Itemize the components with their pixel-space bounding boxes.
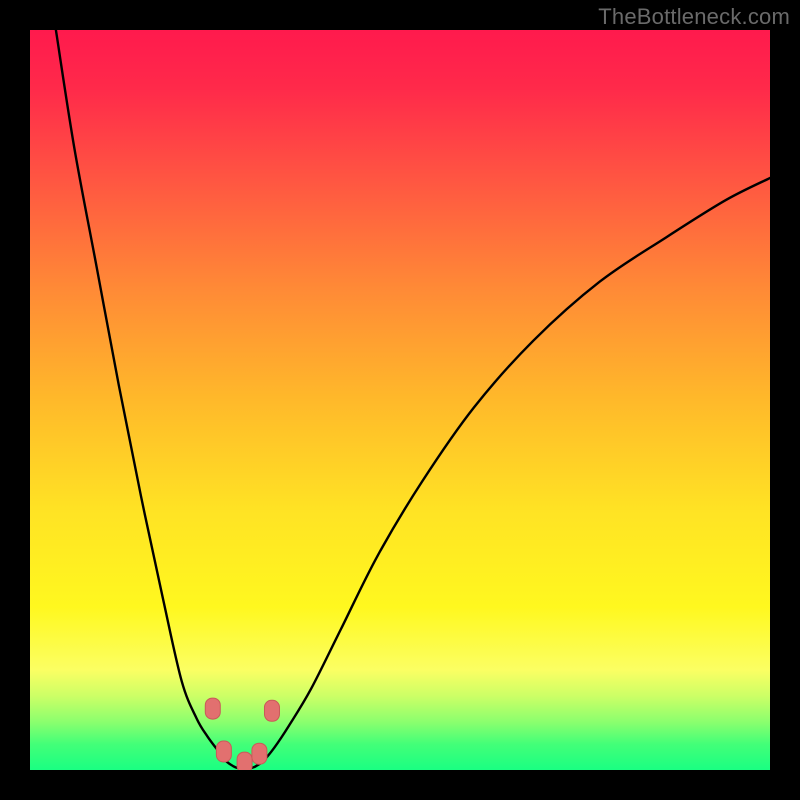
plot-area	[30, 30, 770, 770]
marker-dot	[252, 743, 267, 764]
chart-frame: TheBottleneck.com	[0, 0, 800, 800]
markers-group	[205, 698, 279, 770]
watermark-text: TheBottleneck.com	[598, 4, 790, 30]
marker-dot	[205, 698, 220, 719]
curve-layer	[30, 30, 770, 770]
bottleneck-curve	[56, 30, 770, 769]
marker-dot	[264, 700, 279, 721]
marker-dot	[216, 741, 231, 762]
marker-dot	[237, 752, 252, 770]
